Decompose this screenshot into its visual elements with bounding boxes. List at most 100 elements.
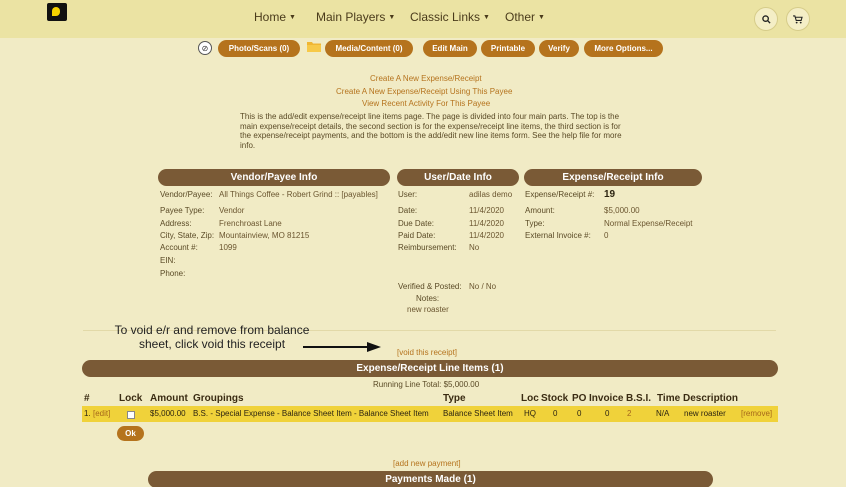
amount-label: Amount: (525, 206, 555, 215)
due-date-label: Due Date: (398, 219, 435, 228)
payments-heading: Payments Made (1) (148, 471, 713, 487)
row-po: 0 (577, 409, 582, 418)
void-annotation-line2: sheet, click void this receipt (138, 337, 286, 351)
payee-value: All Things Coffee - Robert Grind :: [pay… (219, 190, 378, 199)
search-icon (761, 14, 771, 24)
chevron-down-icon: ▼ (538, 13, 545, 21)
user-date-heading: User/Date Info (397, 169, 519, 186)
ok-button[interactable]: Ok (117, 426, 144, 441)
chevron-down-icon: ▼ (289, 13, 296, 21)
cart-button[interactable] (786, 7, 810, 31)
cart-icon (793, 14, 803, 24)
folder-icon[interactable] (307, 41, 321, 52)
external-invoice-label: External Invoice #: (525, 231, 591, 240)
notes-label: Notes: (416, 294, 440, 303)
col-invoice: Invoice (589, 393, 624, 404)
city-label: City, State, Zip: (160, 231, 215, 240)
user-label: User: (398, 190, 418, 199)
expense-number-value: 19 (604, 189, 616, 200)
ein-label: EIN: (160, 256, 176, 265)
recent-activity-link[interactable]: View Recent Activity For This Payee (362, 99, 490, 108)
col-stock: Stock (541, 393, 569, 404)
due-date-value: 11/4/2020 (469, 219, 504, 228)
account-value: 1099 (219, 243, 237, 252)
payee-type-value: Vendor (219, 206, 245, 215)
no-edit-icon[interactable]: ⊘ (198, 41, 212, 55)
amount-value: $5,000.00 (604, 206, 640, 215)
void-annotation: To void e/r and remove from balance shee… (112, 323, 312, 351)
more-options-button[interactable]: More Options... (584, 40, 663, 57)
expense-type-value: Normal Expense/Receipt (604, 219, 693, 228)
nav-classic-links-label: Classic Links (410, 10, 481, 24)
payee-label: Vendor/Payee: (160, 190, 213, 199)
row-number: 1. (84, 409, 91, 418)
expense-number-label: Expense/Receipt #: (525, 190, 595, 199)
printable-button[interactable]: Printable (481, 40, 535, 57)
address-label: Address: (160, 219, 192, 228)
address-value: Frenchroast Lane (219, 219, 282, 228)
notes-value: new roaster (407, 305, 449, 314)
row-grouping: B.S. - Special Expense - Balance Sheet I… (193, 409, 429, 418)
paid-date-label: Paid Date: (398, 231, 436, 240)
media-content-button[interactable]: Media/Content (0) (325, 40, 413, 57)
add-payment-link[interactable]: [add new payment] (393, 459, 461, 468)
nav-other-label: Other (505, 10, 536, 24)
nav-main-players[interactable]: Main Players ▼ (316, 10, 395, 24)
expense-type-label: Type: (525, 219, 545, 228)
external-invoice-value: 0 (604, 231, 609, 240)
row-bsi-link[interactable]: 2 (627, 409, 631, 418)
verified-value: No / No (469, 282, 497, 291)
nav-classic-links[interactable]: Classic Links ▼ (410, 10, 490, 24)
date-value: 11/4/2020 (469, 206, 504, 215)
row-type: Balance Sheet Item (443, 409, 513, 418)
table-row (82, 406, 778, 422)
verify-button[interactable]: Verify (539, 40, 579, 57)
row-invoice: 0 (605, 409, 610, 418)
row-loc: HQ (524, 409, 536, 418)
reimbursement-label: Reimbursement: (398, 243, 457, 252)
photo-scans-button[interactable]: Photo/Scans (0) (218, 40, 300, 57)
account-label: Account #: (160, 243, 198, 252)
vendor-info-heading: Vendor/Payee Info (158, 169, 390, 186)
row-edit-link[interactable]: [edit] (93, 409, 110, 418)
row-time: N/A (656, 409, 670, 418)
expense-info-heading: Expense/Receipt Info (524, 169, 702, 186)
reimbursement-value: No (469, 243, 480, 252)
col-time: Time (657, 393, 681, 404)
col-groupings: Groupings (193, 393, 244, 404)
chevron-down-icon: ▼ (388, 13, 396, 21)
col-number: # (84, 393, 90, 404)
user-value: adilas demo (469, 190, 513, 199)
line-items-heading: Expense/Receipt Line Items (1) (82, 360, 778, 377)
nav-other[interactable]: Other ▼ (505, 10, 545, 24)
col-bsi: B.S.I. (626, 393, 652, 404)
nav-main-players-label: Main Players (316, 10, 386, 24)
date-label: Date: (398, 206, 418, 215)
search-button[interactable] (754, 7, 778, 31)
lock-checkbox[interactable] (127, 411, 135, 419)
chevron-down-icon: ▼ (483, 13, 490, 21)
arrow-right-icon (303, 342, 381, 352)
row-description: new roaster (684, 409, 726, 418)
app-logo[interactable] (47, 3, 67, 21)
nav-home-label: Home (254, 10, 287, 24)
col-type: Type (443, 393, 466, 404)
row-amount: $5,000.00 (150, 409, 186, 418)
city-value: Mountainview, MO 81215 (219, 231, 310, 240)
phone-label: Phone: (160, 269, 186, 278)
void-receipt-link[interactable]: [void this receipt] (397, 348, 457, 357)
void-annotation-line1: To void e/r and remove from balance (114, 323, 310, 337)
edit-main-button[interactable]: Edit Main (423, 40, 477, 57)
nav-home[interactable]: Home ▼ (254, 10, 296, 24)
payee-type-label: Payee Type: (160, 206, 205, 215)
verified-label: Verified & Posted: (398, 282, 462, 291)
running-total: Running Line Total: $5,000.00 (373, 380, 480, 389)
page-description: This is the add/edit expense/receipt lin… (240, 112, 622, 150)
top-nav-bar: Home ▼ Main Players ▼ Classic Links ▼ Other… (0, 0, 846, 38)
col-amount: Amount (150, 393, 188, 404)
create-expense-payee-link[interactable]: Create A New Expense/Receipt Using This … (336, 87, 512, 96)
create-expense-link[interactable]: Create A New Expense/Receipt (370, 74, 482, 83)
col-po: PO (572, 393, 587, 404)
col-description: Description (683, 393, 739, 404)
row-remove-link[interactable]: [remove] (741, 409, 772, 418)
